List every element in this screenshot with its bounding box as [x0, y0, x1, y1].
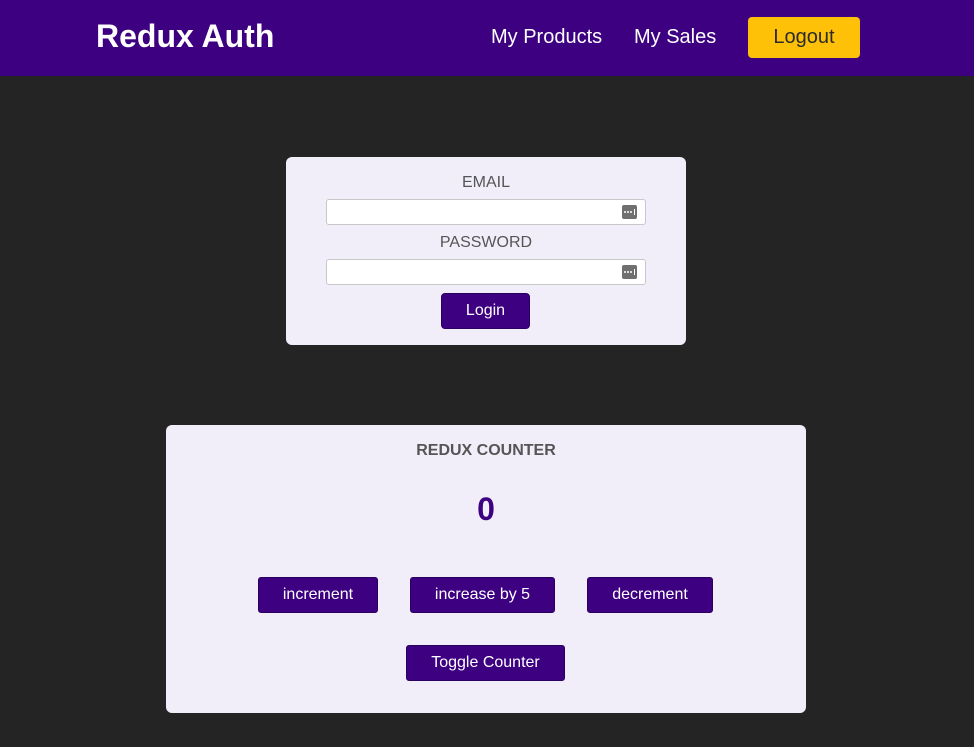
nav-my-products[interactable]: My Products	[491, 26, 602, 49]
increase-by-5-button[interactable]: increase by 5	[410, 577, 555, 613]
email-label: EMAIL	[461, 174, 510, 191]
email-field[interactable]	[327, 200, 645, 224]
counter-title: REDUX COUNTER	[416, 442, 556, 459]
password-field-wrapper	[326, 259, 646, 285]
logout-button[interactable]: Logout	[748, 17, 860, 58]
redux-counter-card: REDUX COUNTER 0 increment increase by 5 …	[166, 425, 806, 713]
password-manager-key-icon[interactable]	[622, 205, 637, 219]
login-button[interactable]: Login	[441, 293, 530, 329]
password-label: PASSWORD	[439, 234, 533, 251]
nav-my-sales[interactable]: My Sales	[634, 26, 716, 49]
counter-value: 0	[477, 491, 495, 527]
increment-button[interactable]: increment	[258, 577, 378, 613]
app-title: Redux Auth	[96, 18, 275, 54]
login-form: EMAIL PASSWORD Login	[286, 157, 686, 345]
email-field-wrapper	[326, 199, 646, 225]
password-field[interactable]	[327, 260, 645, 284]
toggle-counter-button[interactable]: Toggle Counter	[406, 645, 565, 681]
password-manager-key-icon[interactable]	[622, 265, 637, 279]
app-header: Redux Auth My Products My Sales Logout	[0, 0, 974, 76]
decrement-button[interactable]: decrement	[587, 577, 713, 613]
